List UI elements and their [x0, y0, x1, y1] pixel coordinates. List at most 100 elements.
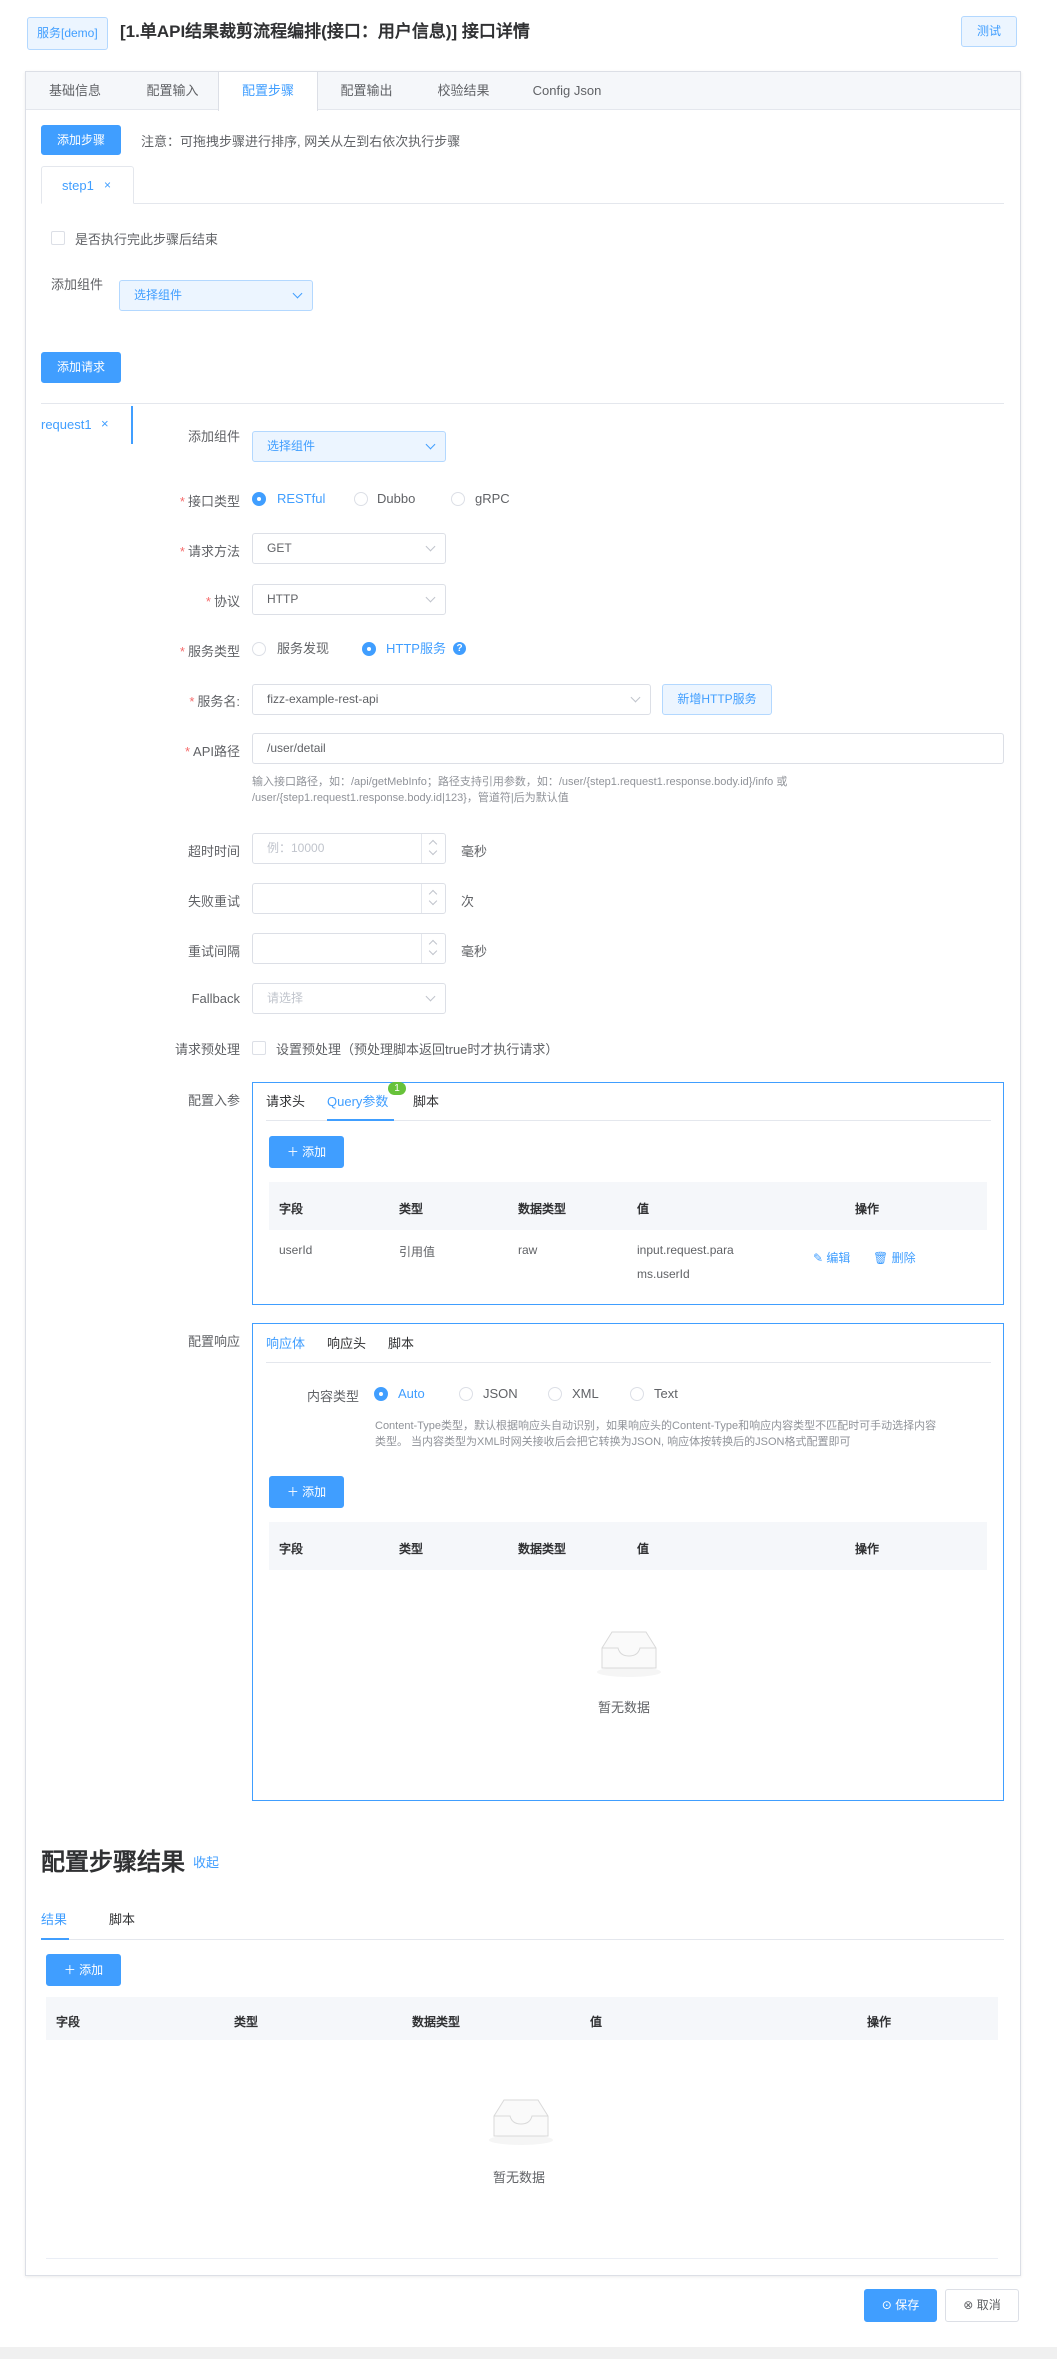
number-stepper[interactable]	[421, 834, 445, 863]
close-icon[interactable]: ×	[104, 178, 111, 192]
step-add-component-label: 添加组件	[51, 277, 104, 292]
add-request-button[interactable]: 添加请求	[41, 352, 121, 383]
retry-input[interactable]	[252, 883, 446, 914]
radio-auto-label: Auto	[398, 1386, 425, 1401]
add-http-service-button[interactable]: 新增HTTP服务	[662, 684, 772, 715]
main-tabbar: 基础信息 配置输入 配置步骤 配置输出 校验结果 Config Json	[26, 72, 1020, 111]
tab-params-script[interactable]: 脚本	[413, 1092, 439, 1112]
fallback-select[interactable]: 请选择	[252, 983, 446, 1014]
radio-restful[interactable]	[252, 492, 266, 506]
col-data-type: 数据类型	[518, 1542, 567, 1556]
interface-type-label: * 接口类型	[179, 494, 240, 509]
request-tab-label: request1	[41, 417, 92, 432]
tab-output-config[interactable]: 配置输出	[318, 72, 415, 110]
response-empty-text: 暂无数据	[598, 1700, 651, 1715]
retry-interval-unit: 毫秒	[461, 944, 488, 959]
fallback-placeholder: 请选择	[267, 991, 304, 1005]
row-data-type: raw	[518, 1243, 538, 1257]
edit-button[interactable]: ✎ 编辑	[813, 1249, 850, 1266]
tab-result-script[interactable]: 脚本	[109, 1910, 135, 1930]
radio-restful-label: RESTful	[277, 491, 326, 506]
radio-text[interactable]	[630, 1387, 644, 1401]
number-stepper[interactable]	[421, 884, 445, 913]
cancel-button[interactable]: ⊗ 取消	[945, 2289, 1019, 2322]
api-path-label: * API路径	[184, 744, 240, 759]
number-stepper[interactable]	[421, 934, 445, 963]
add-step-button[interactable]: 添加步骤	[41, 125, 121, 155]
step-component-select[interactable]: 选择组件	[119, 280, 313, 311]
col-value: 值	[637, 1202, 650, 1216]
chevron-down-icon	[292, 288, 303, 299]
radio-http-service-label: HTTP服务	[386, 641, 446, 656]
service-name-value: fizz-example-rest-api	[267, 692, 379, 706]
api-path-hint-1: 输入接口路径，如：/api/getMebInfo；路径支持引用参数，如：/use…	[252, 776, 788, 788]
response-table-header	[269, 1522, 987, 1570]
tab-basic-info[interactable]: 基础信息	[26, 72, 124, 110]
tab-result[interactable]: 结果	[41, 1910, 67, 1930]
tab-request-header[interactable]: 请求头	[266, 1092, 305, 1112]
method-select[interactable]: GET	[252, 533, 446, 564]
tab-config-json[interactable]: Config Json	[512, 72, 622, 110]
content-type-hint-2: 类型。 当内容类型为XML时网关接收后会把它转换为JSON, 响应体按转换后的J…	[375, 1436, 851, 1448]
input-add-button[interactable]: ＋ 添加	[269, 1136, 344, 1168]
timeout-label: 超时时间	[187, 844, 240, 859]
help-icon[interactable]: ?	[453, 642, 466, 655]
response-add-button[interactable]: ＋ 添加	[269, 1476, 344, 1508]
col-value: 值	[590, 2015, 603, 2029]
radio-xml[interactable]	[548, 1387, 562, 1401]
plus-icon: ＋	[286, 1145, 303, 1159]
col-field: 字段	[279, 1542, 304, 1556]
plus-icon: ＋	[63, 1963, 80, 1977]
col-type: 类型	[399, 1202, 424, 1216]
tab-response-script[interactable]: 脚本	[388, 1334, 414, 1354]
api-path-input[interactable]: /user/detail	[252, 733, 1004, 764]
preprocess-checkbox[interactable]	[252, 1041, 266, 1055]
chevron-down-icon	[425, 541, 436, 552]
req-component-placeholder: 选择组件	[267, 439, 316, 453]
tab-response-body[interactable]: 响应体	[266, 1334, 305, 1354]
radio-grpc-label: gRPC	[475, 491, 510, 506]
radio-auto[interactable]	[374, 1387, 388, 1401]
radio-service-discovery[interactable]	[252, 642, 266, 656]
method-value: GET	[267, 541, 292, 555]
radio-grpc[interactable]	[451, 492, 465, 506]
service-name-select[interactable]: fizz-example-rest-api	[252, 684, 651, 715]
bottom-scrollbar[interactable]	[0, 2347, 1057, 2359]
step-tabs-line	[41, 203, 1004, 204]
tab-query-params[interactable]: Query参数	[327, 1092, 388, 1112]
req-component-select[interactable]: 选择组件	[252, 431, 446, 462]
radio-http-service[interactable]	[362, 642, 376, 656]
chevron-down-icon	[425, 592, 436, 603]
radio-dubbo[interactable]	[354, 492, 368, 506]
finish-step-checkbox[interactable]	[51, 231, 65, 245]
chevron-down-icon	[630, 692, 641, 703]
tab-validation-result[interactable]: 校验结果	[415, 72, 512, 110]
col-value: 值	[637, 1542, 650, 1556]
finish-step-label: 是否执行完此步骤后结束	[75, 232, 219, 247]
radio-json-label: JSON	[483, 1386, 518, 1401]
delete-button[interactable]: 🗑 删除	[873, 1249, 916, 1266]
request-divider	[41, 403, 1004, 404]
radio-json[interactable]	[459, 1387, 473, 1401]
test-button[interactable]: 测试	[961, 16, 1017, 47]
timeout-input[interactable]: 例：10000	[252, 833, 446, 864]
retry-interval-input[interactable]	[252, 933, 446, 964]
col-actions: 操作	[867, 2015, 892, 2029]
collapse-link[interactable]: 收起	[193, 1852, 219, 1871]
response-config-label: 配置响应	[187, 1334, 240, 1349]
result-tabs-line	[41, 1939, 1004, 1940]
save-button[interactable]: ⊙ 保存	[864, 2289, 937, 2322]
close-icon[interactable]: ×	[101, 416, 109, 431]
tab-step-config[interactable]: 配置步骤	[218, 72, 318, 111]
protocol-value: HTTP	[267, 592, 299, 606]
api-path-hint-2: /user/{step1.request1.response.body.id|1…	[252, 792, 569, 804]
result-add-button[interactable]: ＋ 添加	[46, 1954, 121, 1986]
result-empty-text: 暂无数据	[493, 2170, 546, 2185]
content-type-label: 内容类型	[307, 1389, 360, 1404]
radio-text-label: Text	[654, 1386, 678, 1401]
tab-input-config[interactable]: 配置输入	[124, 72, 221, 110]
tab-response-header[interactable]: 响应头	[327, 1334, 366, 1354]
protocol-select[interactable]: HTTP	[252, 584, 446, 615]
step-tab[interactable]: step1 ×	[41, 166, 134, 204]
method-label: * 请求方法	[179, 544, 240, 559]
